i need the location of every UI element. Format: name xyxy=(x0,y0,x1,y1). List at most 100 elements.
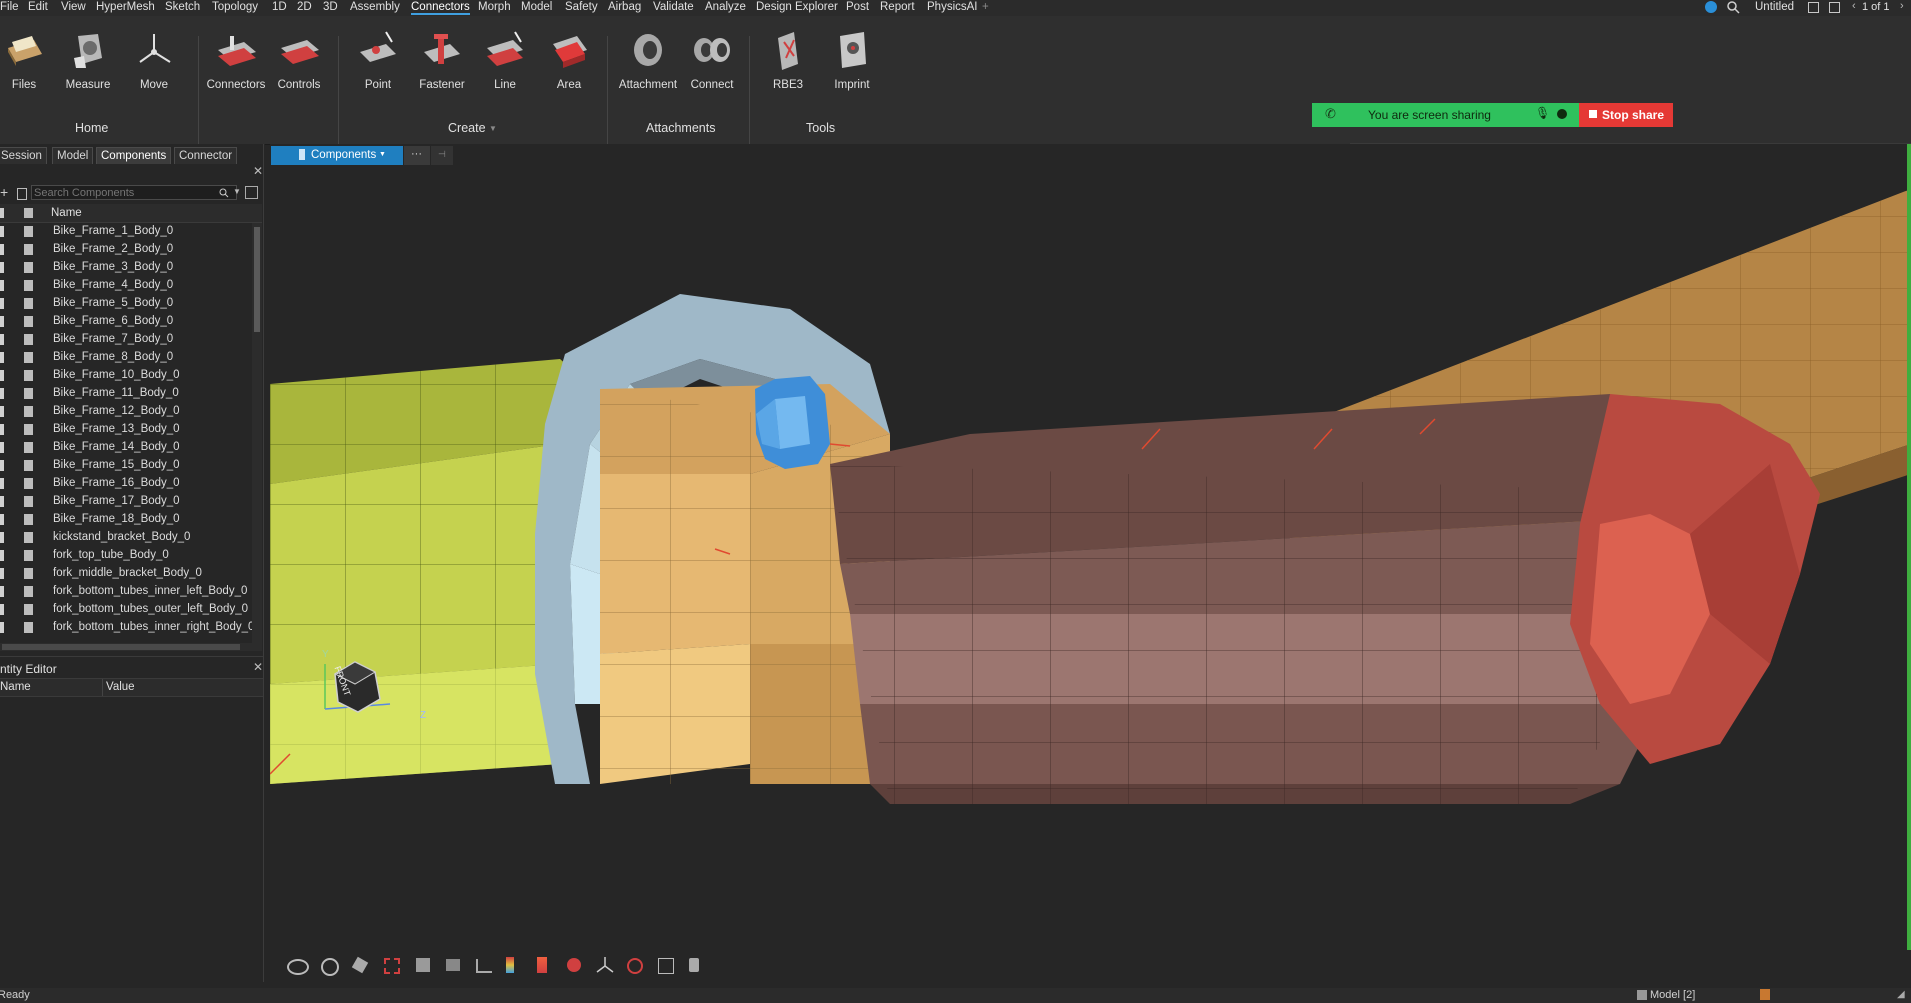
scrollbar-thumb[interactable] xyxy=(2,644,240,650)
menu-topology[interactable]: Topology xyxy=(212,1,258,13)
attachment-tool[interactable]: Attachment xyxy=(617,28,679,91)
menu-view[interactable]: View xyxy=(61,1,86,13)
files-tool[interactable]: Files xyxy=(0,28,55,91)
zoom-window-icon[interactable] xyxy=(384,958,400,974)
menu-model[interactable]: Model xyxy=(521,1,552,13)
rotate-view-icon[interactable] xyxy=(287,959,309,975)
page-icon[interactable] xyxy=(1829,2,1840,13)
list-item[interactable]: Bike_Frame_5_Body_0 xyxy=(0,295,250,313)
visibility-toggle[interactable] xyxy=(0,586,4,597)
visibility-toggle[interactable] xyxy=(0,316,4,327)
notification-icon[interactable] xyxy=(1760,989,1770,1000)
model-count[interactable]: Model [2] xyxy=(1650,989,1695,1001)
chevron-down-icon[interactable]: ▼ xyxy=(489,124,497,133)
spin-icon[interactable] xyxy=(321,958,339,976)
controls-tool[interactable]: Controls xyxy=(268,28,330,91)
visibility-toggle[interactable] xyxy=(0,280,4,291)
list-item[interactable]: Bike_Frame_8_Body_0 xyxy=(0,349,250,367)
menu-analyze[interactable]: Analyze xyxy=(705,1,746,13)
filter-icon[interactable] xyxy=(245,186,258,199)
visibility-toggle[interactable] xyxy=(0,460,4,471)
visibility-toggle[interactable] xyxy=(0,568,4,579)
visibility-toggle[interactable] xyxy=(0,514,4,525)
list-item[interactable]: Bike_Frame_11_Body_0 xyxy=(0,385,250,403)
pan-icon[interactable] xyxy=(351,956,369,974)
menu-report[interactable]: Report xyxy=(880,1,915,13)
menu-design-explorer[interactable]: Design Explorer xyxy=(756,1,838,13)
list-item[interactable]: Bike_Frame_3_Body_0 xyxy=(0,259,250,277)
color-header-icon[interactable] xyxy=(24,208,33,218)
list-item[interactable]: kickstand_bracket_Body_0 xyxy=(0,529,250,547)
axis-view-icon[interactable] xyxy=(476,959,492,973)
list-item[interactable]: Bike_Frame_14_Body_0 xyxy=(0,439,250,457)
visibility-toggle[interactable] xyxy=(0,604,4,615)
list-item[interactable]: Bike_Frame_2_Body_0 xyxy=(0,241,250,259)
microphone-icon[interactable]: 🎙 xyxy=(1535,106,1550,120)
close-panel-icon[interactable]: ✕ xyxy=(253,164,263,178)
stop-share-button[interactable]: Stop share xyxy=(1579,103,1673,127)
list-item[interactable]: fork_bottom_tubes_outer_left_Body_0 xyxy=(0,601,250,619)
list-item[interactable]: Bike_Frame_10_Body_0 xyxy=(0,367,250,385)
point-tool[interactable]: Point xyxy=(347,28,409,91)
target-icon[interactable] xyxy=(627,958,643,974)
menu-assembly[interactable]: Assembly xyxy=(350,1,400,13)
search-icon[interactable] xyxy=(219,188,229,198)
visibility-toggle[interactable] xyxy=(0,478,4,489)
search-icon[interactable] xyxy=(1727,1,1740,14)
visibility-toggle[interactable] xyxy=(0,226,4,237)
list-item[interactable]: Bike_Frame_15_Body_0 xyxy=(0,457,250,475)
sync-icon[interactable] xyxy=(1705,1,1717,13)
tab-connector[interactable]: Connector xyxy=(174,147,238,164)
menu-airbag[interactable]: Airbag xyxy=(608,1,641,13)
visibility-toggle[interactable] xyxy=(0,262,4,273)
group-create-label[interactable]: Create xyxy=(448,121,486,135)
list-item[interactable]: Bike_Frame_13_Body_0 xyxy=(0,421,250,439)
tab-model[interactable]: Model xyxy=(52,147,94,164)
tab-components[interactable]: Components xyxy=(96,147,172,164)
close-entity-editor-icon[interactable]: ✕ xyxy=(253,660,263,674)
menu-edit[interactable]: Edit xyxy=(28,1,48,13)
menu-post[interactable]: Post xyxy=(846,1,869,13)
visibility-toggle[interactable] xyxy=(0,550,4,561)
visibility-toggle[interactable] xyxy=(0,424,4,435)
menu-validate[interactable]: Validate xyxy=(653,1,694,13)
move-tool[interactable]: Move xyxy=(123,28,185,91)
list-item[interactable]: Bike_Frame_1_Body_0 xyxy=(0,223,250,241)
list-item[interactable]: Bike_Frame_17_Body_0 xyxy=(0,493,250,511)
visibility-toggle[interactable] xyxy=(0,352,4,363)
menu-1d[interactable]: 1D xyxy=(272,1,287,13)
list-item[interactable]: Bike_Frame_6_Body_0 xyxy=(0,313,250,331)
search-options-chevron-icon[interactable]: ▼ xyxy=(233,187,241,196)
tab-session[interactable]: Session xyxy=(0,147,47,164)
visibility-toggle[interactable] xyxy=(0,370,4,381)
list-item[interactable]: fork_bottom_tubes_inner_right_Body_0 xyxy=(0,619,252,637)
rbe3-tool[interactable]: RBE3 xyxy=(757,28,819,91)
section-cut-icon[interactable] xyxy=(446,959,460,971)
graphics-viewport[interactable]: Components ▼ ··· ⊣ FRONT Y Z xyxy=(270,144,1911,950)
list-item[interactable]: Bike_Frame_4_Body_0 xyxy=(0,277,250,295)
menu-sketch[interactable]: Sketch xyxy=(165,1,200,13)
triad-icon[interactable] xyxy=(596,956,614,974)
menu-hypermesh[interactable]: HyperMesh xyxy=(96,1,155,13)
add-icon[interactable]: + xyxy=(0,184,8,200)
menu-2d[interactable]: 2D xyxy=(297,1,312,13)
resize-grip-icon[interactable]: ◢ xyxy=(1897,989,1905,1000)
delete-icon[interactable] xyxy=(17,188,27,200)
color-legend-icon[interactable] xyxy=(537,957,547,973)
visualization-icon[interactable] xyxy=(567,958,581,972)
search-components-input[interactable] xyxy=(31,185,237,200)
connectors-tool[interactable]: Connectors xyxy=(205,28,267,91)
measure-tool[interactable]: Measure xyxy=(57,28,119,91)
menu-3d[interactable]: 3D xyxy=(323,1,338,13)
menu-physicsai[interactable]: PhysicsAI xyxy=(927,1,978,13)
color-bar-icon[interactable] xyxy=(506,957,514,973)
view-cube[interactable] xyxy=(320,654,410,734)
window-icon[interactable] xyxy=(1808,2,1819,13)
visibility-toggle[interactable] xyxy=(0,406,4,417)
visibility-toggle[interactable] xyxy=(0,298,4,309)
name-column-header[interactable]: Name xyxy=(51,207,82,219)
visibility-toggle[interactable] xyxy=(0,622,4,633)
menu-connectors[interactable]: Connectors xyxy=(411,1,470,15)
list-item[interactable]: fork_bottom_tubes_inner_left_Body_0 xyxy=(0,583,250,601)
fastener-tool[interactable]: Fastener xyxy=(411,28,473,91)
